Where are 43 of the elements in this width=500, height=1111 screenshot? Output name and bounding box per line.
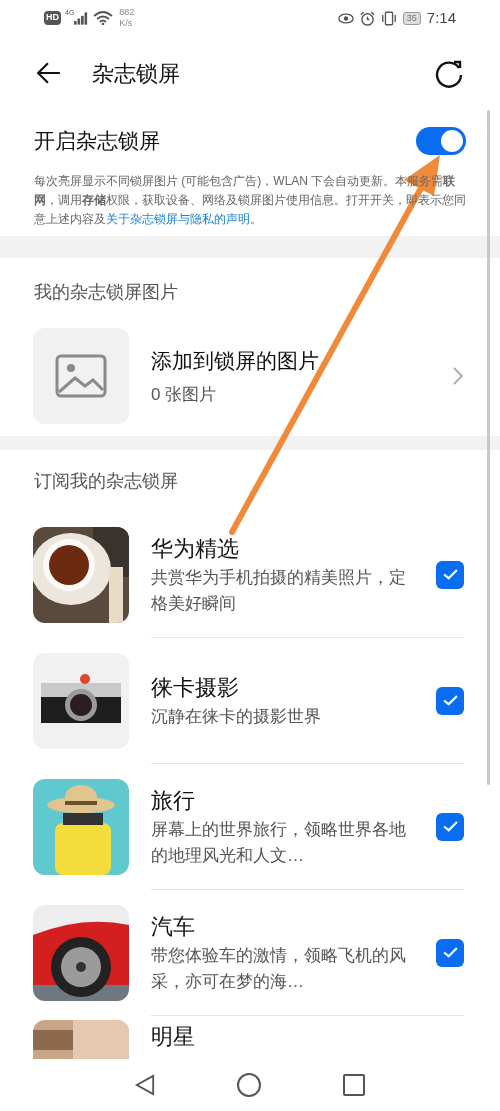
channel-description: 屏幕上的世界旅行，领略世界各地的地理风光和人文… bbox=[151, 819, 407, 867]
row-title: 添加到锁屏的图片 bbox=[151, 347, 320, 374]
channel-title: 汽车 bbox=[151, 913, 196, 941]
image-icon bbox=[55, 354, 107, 398]
back-nav-icon[interactable] bbox=[135, 1073, 155, 1097]
speed-value: 882 bbox=[119, 7, 135, 18]
channel-title: 旅行 bbox=[151, 787, 196, 815]
speed-unit: K/s bbox=[119, 18, 134, 29]
back-icon[interactable] bbox=[36, 60, 62, 86]
section-heading: 我的杂志锁屏图片 bbox=[34, 280, 178, 304]
recents-nav-icon[interactable] bbox=[343, 1074, 365, 1096]
signal-icon bbox=[74, 11, 89, 25]
channel-description: 共赏华为手机拍摄的精美照片，定格美好瞬间 bbox=[151, 567, 407, 615]
check-icon bbox=[442, 821, 458, 832]
toggle-label: 开启杂志锁屏 bbox=[34, 128, 161, 155]
clock: 7:14 bbox=[426, 7, 456, 28]
chevron-icon bbox=[453, 367, 463, 385]
channel-description: 沉静在徕卡的摄影世界 bbox=[151, 706, 322, 728]
checkbox[interactable] bbox=[436, 938, 464, 967]
battery-indicator: 35 bbox=[402, 11, 421, 25]
section-heading: 订阅我的杂志锁屏 bbox=[34, 469, 178, 493]
check-icon bbox=[442, 947, 458, 958]
page-title: 杂志锁屏 bbox=[92, 59, 180, 88]
checkbox[interactable] bbox=[436, 686, 464, 715]
hd-badge: HD bbox=[44, 11, 61, 25]
eye-icon bbox=[337, 12, 354, 24]
wifi-icon bbox=[93, 11, 114, 25]
channel-title: 华为精选 bbox=[151, 535, 240, 563]
home-nav-icon[interactable] bbox=[237, 1073, 261, 1097]
check-icon bbox=[442, 695, 458, 706]
toggle-switch[interactable] bbox=[416, 127, 466, 155]
check-icon bbox=[442, 569, 458, 580]
picture-count: 0 张图片 bbox=[151, 384, 218, 406]
add-pictures-row[interactable]: 添加到锁屏的图片 0 张图片 bbox=[0, 326, 500, 426]
channel-description: 带您体验车的激情，领略飞机的风采，亦可在梦的海… bbox=[151, 945, 407, 993]
checkbox[interactable] bbox=[436, 812, 464, 841]
checkbox[interactable] bbox=[436, 560, 464, 589]
refresh-icon[interactable] bbox=[434, 58, 464, 88]
channel-title: 徕卡摄影 bbox=[151, 674, 240, 702]
alarm-icon bbox=[359, 10, 375, 26]
channel-title: 明星 bbox=[151, 1023, 196, 1051]
privacy-link[interactable]: 关于杂志锁屏与隐私的声明 bbox=[106, 212, 250, 226]
vibrate-icon bbox=[380, 10, 397, 26]
